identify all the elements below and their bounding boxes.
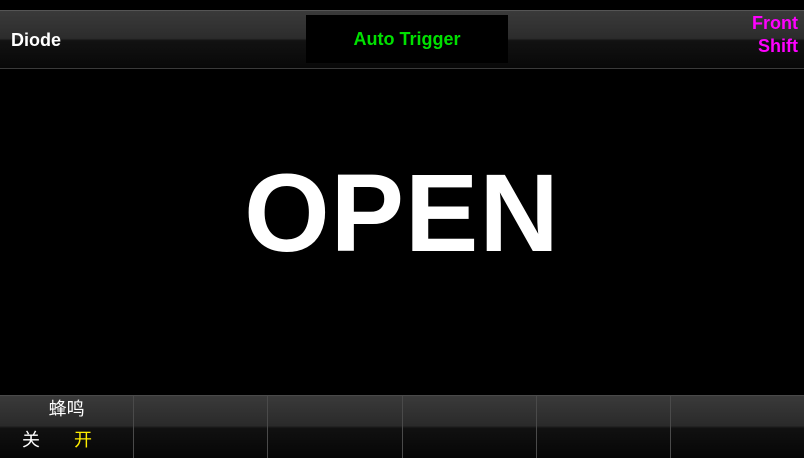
softkey-6[interactable]: [671, 396, 804, 458]
softkey-menu: 蜂鸣 关开: [0, 395, 804, 458]
shift-indicator: Shift: [758, 36, 798, 56]
trigger-status: Auto Trigger: [306, 15, 508, 63]
softkey-3[interactable]: [268, 396, 403, 458]
softkey-beeper[interactable]: 蜂鸣 关开: [0, 396, 135, 458]
softkey-beeper-title: 蜂鸣: [48, 399, 85, 420]
softkey-5[interactable]: [537, 396, 671, 458]
panel-indicators: Front Shift: [752, 12, 798, 58]
softkey-4[interactable]: [403, 396, 537, 458]
measurement-display: OPEN: [0, 69, 804, 395]
beeper-toggle[interactable]: 关开: [22, 428, 133, 454]
beeper-off-option[interactable]: 关: [22, 430, 40, 451]
front-panel-indicator: Front: [752, 13, 798, 33]
beeper-on-option-selected[interactable]: 开: [74, 430, 92, 451]
softkey-2[interactable]: [134, 396, 269, 458]
measurement-mode-label: Diode: [11, 30, 62, 50]
status-bar: Diode Auto Trigger Front Shift: [0, 10, 804, 69]
trigger-mode-label: Auto Trigger: [353, 29, 461, 49]
primary-reading: OPEN: [244, 152, 560, 275]
